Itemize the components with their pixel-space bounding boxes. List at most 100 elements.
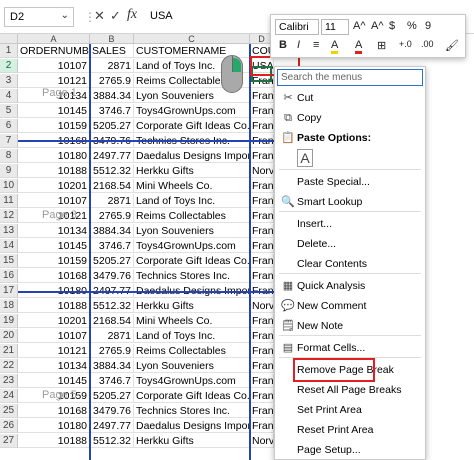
cell-c[interactable]: Herkku Gifts [134, 434, 250, 448]
cell-d[interactable]: Norv [250, 164, 274, 178]
cell-a[interactable]: 10159 [18, 119, 90, 133]
formula-input[interactable]: USA [146, 7, 266, 27]
cell-a[interactable]: 10121 [18, 74, 90, 88]
cell-c[interactable]: Reims Collectables [134, 209, 250, 223]
row-header[interactable]: 11 [0, 194, 18, 208]
percent-icon[interactable]: % [407, 20, 417, 32]
menu-item-cut[interactable]: ✂ Cut [275, 89, 425, 107]
row-header[interactable]: 20 [0, 329, 18, 343]
cell-d[interactable]: Fran [250, 254, 274, 268]
font-color-icon[interactable]: A [355, 39, 363, 54]
row-header[interactable]: 23 [0, 374, 18, 388]
menu-item-page-setup[interactable]: Page Setup... [275, 441, 425, 459]
row-header[interactable]: 9 [0, 164, 18, 178]
cell-b[interactable]: 3884.34 [90, 224, 134, 238]
row-header[interactable]: 4 [0, 89, 18, 103]
menu-search-input[interactable]: Search the menus [277, 69, 423, 86]
cell-a[interactable]: 10145 [18, 239, 90, 253]
increase-font-icon[interactable]: A^ [353, 20, 366, 32]
cell-c[interactable]: Mini Wheels Co. [134, 179, 250, 193]
menu-item-reset-print-area[interactable]: Reset Print Area [275, 421, 425, 439]
cell-c[interactable]: Reims Collectables [134, 344, 250, 358]
cell-b[interactable]: 5205.27 [90, 389, 134, 403]
cell-c[interactable]: Land of Toys Inc. [134, 329, 250, 343]
cell-c[interactable]: Land of Toys Inc. [134, 194, 250, 208]
borders-icon[interactable]: ⊞ [377, 39, 386, 52]
insert-function-icon[interactable]: fx [127, 7, 137, 23]
cancel-icon[interactable]: ✕ [94, 8, 105, 24]
cell-d[interactable]: Fran [250, 104, 274, 118]
italic-icon[interactable]: I [297, 39, 300, 51]
menu-item-paste-special[interactable]: Paste Special... [275, 173, 425, 191]
cell-b[interactable]: 2168.54 [90, 314, 134, 328]
cell-c[interactable]: Mini Wheels Co. [134, 314, 250, 328]
row-header[interactable]: 2 [0, 59, 18, 73]
cell-b[interactable]: 2871 [90, 194, 134, 208]
cell-a[interactable]: 10188 [18, 299, 90, 313]
cell-d[interactable]: Fran [250, 419, 274, 433]
cell-a[interactable]: 10168 [18, 269, 90, 283]
cell-c[interactable]: Lyon Souveniers [134, 224, 250, 238]
row-header[interactable]: 5 [0, 104, 18, 118]
cell-d[interactable]: Fran [250, 359, 274, 373]
cell-d[interactable]: Norv [250, 434, 274, 448]
row-header[interactable]: 1 [0, 44, 18, 58]
cell-a[interactable]: 10134 [18, 224, 90, 238]
menu-item-smart-lookup[interactable]: 🔍 Smart Lookup [275, 193, 425, 211]
row-header[interactable]: 10 [0, 179, 18, 193]
chevron-down-icon[interactable]: ⌄ [61, 10, 69, 21]
select-all-corner[interactable] [0, 34, 18, 44]
row-header[interactable]: 12 [0, 209, 18, 223]
cell-c[interactable]: Toys4GrownUps.com [134, 104, 250, 118]
cell-b[interactable]: 2765.9 [90, 344, 134, 358]
cell-b[interactable]: 3479.76 [90, 269, 134, 283]
cell-c[interactable]: Daedalus Designs Imports [134, 419, 250, 433]
cell-b[interactable]: 2765.9 [90, 209, 134, 223]
row-header[interactable]: 6 [0, 119, 18, 133]
menu-item-set-print-area[interactable]: Set Print Area [275, 401, 425, 419]
cell-c[interactable]: Technics Stores Inc. [134, 269, 250, 283]
cell-c[interactable]: Technics Stores Inc. [134, 404, 250, 418]
row-header[interactable]: 14 [0, 239, 18, 253]
cell-a[interactable]: 10188 [18, 434, 90, 448]
cell-d[interactable]: Fran [250, 389, 274, 403]
row-header[interactable]: 24 [0, 389, 18, 403]
cell-d[interactable]: Fran [250, 404, 274, 418]
cell-b[interactable]: 5512.32 [90, 164, 134, 178]
cell-a[interactable]: 10180 [18, 149, 90, 163]
cell-b[interactable]: 2765.9 [90, 74, 134, 88]
cell-d[interactable]: Fran [250, 329, 274, 343]
cell-b[interactable]: 5205.27 [90, 119, 134, 133]
cell-d[interactable]: Fran [250, 269, 274, 283]
cell-d[interactable]: Fran [250, 149, 274, 163]
cell-c[interactable]: Corporate Gift Ideas Co. [134, 119, 250, 133]
column-header-a[interactable]: A [18, 34, 90, 44]
row-header[interactable]: 13 [0, 224, 18, 238]
align-icon[interactable]: ≡ [313, 39, 319, 51]
cell-c[interactable]: Lyon Souveniers [134, 359, 250, 373]
row-header[interactable]: 18 [0, 299, 18, 313]
bold-icon[interactable]: B [279, 39, 287, 51]
cell-b[interactable]: 2497.77 [90, 419, 134, 433]
menu-item-new-comment[interactable]: 💬 New Comment [275, 297, 425, 315]
comma-icon[interactable]: 9 [425, 20, 431, 32]
cell-b[interactable]: 3746.7 [90, 239, 134, 253]
cell-a[interactable]: 10188 [18, 164, 90, 178]
row-header[interactable]: 7 [0, 134, 18, 148]
cell-c[interactable]: Herkku Gifts [134, 299, 250, 313]
cell-b[interactable]: 3479.76 [90, 404, 134, 418]
decrease-decimal-icon[interactable]: .00 [421, 39, 434, 49]
cell-c[interactable]: Toys4GrownUps.com [134, 239, 250, 253]
cell-b[interactable]: SALES [90, 44, 134, 58]
name-box[interactable]: D2 ⌄ [4, 7, 74, 27]
cell-c[interactable]: Daedalus Designs Imports [134, 149, 250, 163]
row-header[interactable]: 27 [0, 434, 18, 448]
cell-b[interactable]: 5512.32 [90, 434, 134, 448]
cell-b[interactable]: 3746.7 [90, 104, 134, 118]
cell-a[interactable]: 10159 [18, 254, 90, 268]
menu-item-reset-all-page-breaks[interactable]: Reset All Page Breaks [275, 381, 425, 399]
row-header[interactable]: 22 [0, 359, 18, 373]
cell-b[interactable]: 5205.27 [90, 254, 134, 268]
row-header[interactable]: 17 [0, 284, 18, 298]
column-header-b[interactable]: B [90, 34, 134, 44]
